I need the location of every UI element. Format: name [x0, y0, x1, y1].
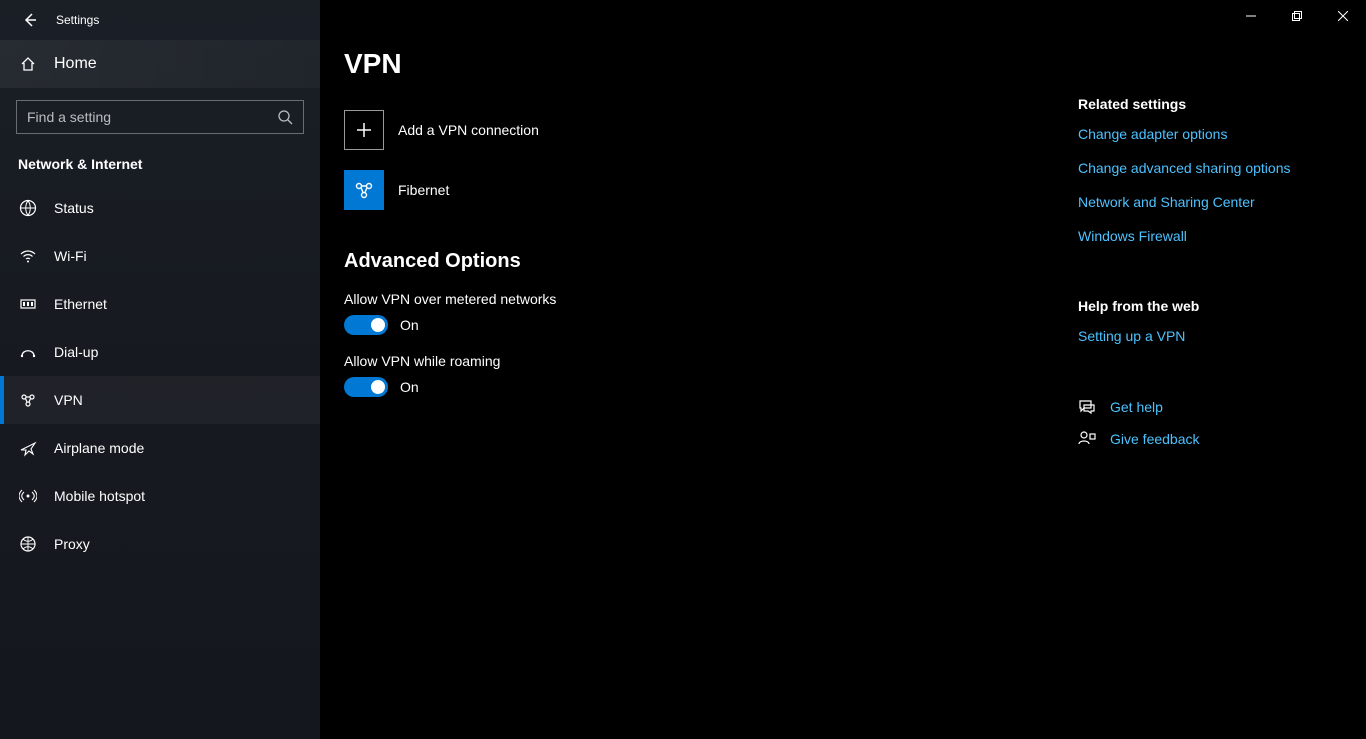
sidebar: Settings Home Network & Internet Sta	[0, 0, 320, 739]
dialup-icon	[18, 343, 38, 361]
sidebar-item-wifi[interactable]: Wi-Fi	[0, 232, 320, 280]
sidebar-item-label: Wi-Fi	[54, 248, 87, 264]
vpn-connection-fibernet[interactable]: Fibernet	[344, 170, 1066, 210]
link-help-vpn[interactable]: Setting up a VPN	[1078, 328, 1342, 344]
window-controls	[1228, 0, 1366, 32]
right-column: Related settings Change adapter options …	[1066, 0, 1366, 739]
sidebar-item-status[interactable]: Status	[0, 184, 320, 232]
toggle-metered-label: Allow VPN over metered networks	[344, 291, 1066, 307]
plus-icon	[355, 121, 373, 139]
sidebar-item-dialup[interactable]: Dial-up	[0, 328, 320, 376]
sidebar-item-label: Mobile hotspot	[54, 488, 145, 504]
sidebar-item-ethernet[interactable]: Ethernet	[0, 280, 320, 328]
sidebar-item-label: Proxy	[54, 536, 90, 552]
sidebar-item-label: Airplane mode	[54, 440, 144, 456]
give-feedback-label: Give feedback	[1110, 431, 1200, 447]
feedback-icon	[1078, 430, 1096, 448]
toggle-roaming-label: Allow VPN while roaming	[344, 353, 1066, 369]
add-vpn-button[interactable]: Add a VPN connection	[344, 110, 1066, 150]
sidebar-item-label: Ethernet	[54, 296, 107, 312]
status-icon	[18, 199, 38, 217]
sidebar-item-hotspot[interactable]: Mobile hotspot	[0, 472, 320, 520]
vpn-connection-label: Fibernet	[398, 182, 449, 198]
sidebar-item-airplane[interactable]: Airplane mode	[0, 424, 320, 472]
sidebar-item-label: VPN	[54, 392, 83, 408]
toggle-roaming: Allow VPN while roaming On	[344, 353, 1066, 397]
search-input[interactable]	[27, 109, 277, 125]
close-button[interactable]	[1320, 0, 1366, 32]
toggle-roaming-state: On	[400, 379, 419, 395]
airplane-icon	[18, 439, 38, 457]
home-nav[interactable]: Home	[0, 40, 320, 88]
link-network-center[interactable]: Network and Sharing Center	[1078, 194, 1342, 210]
plus-icon-box	[344, 110, 384, 150]
hotspot-icon	[18, 487, 38, 505]
content: VPN Add a VPN connection Fibernet Advanc…	[320, 0, 1066, 739]
home-label: Home	[54, 55, 97, 73]
get-help-label: Get help	[1110, 399, 1163, 415]
maximize-button[interactable]	[1274, 0, 1320, 32]
vpn-connection-icon	[344, 170, 384, 210]
toggle-metered: Allow VPN over metered networks On	[344, 291, 1066, 335]
add-vpn-label: Add a VPN connection	[398, 122, 539, 138]
vpn-network-icon	[353, 179, 375, 201]
toggle-roaming-switch[interactable]	[344, 377, 388, 397]
main: VPN Add a VPN connection Fibernet Advanc…	[320, 0, 1366, 739]
search-box[interactable]	[16, 100, 304, 134]
give-feedback-link[interactable]: Give feedback	[1078, 430, 1342, 448]
window-title: Settings	[56, 13, 99, 27]
toggle-metered-state: On	[400, 317, 419, 333]
search-icon	[277, 109, 293, 125]
advanced-heading: Advanced Options	[344, 250, 1066, 273]
sidebar-section-label: Network & Internet	[18, 156, 320, 172]
minimize-icon	[1246, 11, 1256, 21]
ethernet-icon	[18, 295, 38, 313]
related-heading: Related settings	[1078, 96, 1342, 112]
toggle-metered-switch[interactable]	[344, 315, 388, 335]
vpn-icon	[18, 391, 38, 409]
home-icon	[18, 55, 38, 73]
minimize-button[interactable]	[1228, 0, 1274, 32]
sidebar-item-proxy[interactable]: Proxy	[0, 520, 320, 568]
proxy-icon	[18, 535, 38, 553]
sidebar-item-label: Status	[54, 200, 94, 216]
link-sharing-options[interactable]: Change advanced sharing options	[1078, 160, 1342, 176]
chat-icon	[1078, 398, 1096, 416]
wifi-icon	[18, 247, 38, 265]
link-adapter-options[interactable]: Change adapter options	[1078, 126, 1342, 142]
page-title: VPN	[344, 48, 1066, 80]
sidebar-item-label: Dial-up	[54, 344, 98, 360]
sidebar-item-vpn[interactable]: VPN	[0, 376, 320, 424]
back-button[interactable]	[12, 0, 48, 40]
back-arrow-icon	[22, 12, 38, 28]
titlebar: Settings	[0, 0, 320, 40]
help-heading: Help from the web	[1078, 298, 1342, 314]
maximize-icon	[1292, 11, 1302, 21]
link-firewall[interactable]: Windows Firewall	[1078, 228, 1342, 244]
get-help-link[interactable]: Get help	[1078, 398, 1342, 416]
close-icon	[1338, 11, 1348, 21]
